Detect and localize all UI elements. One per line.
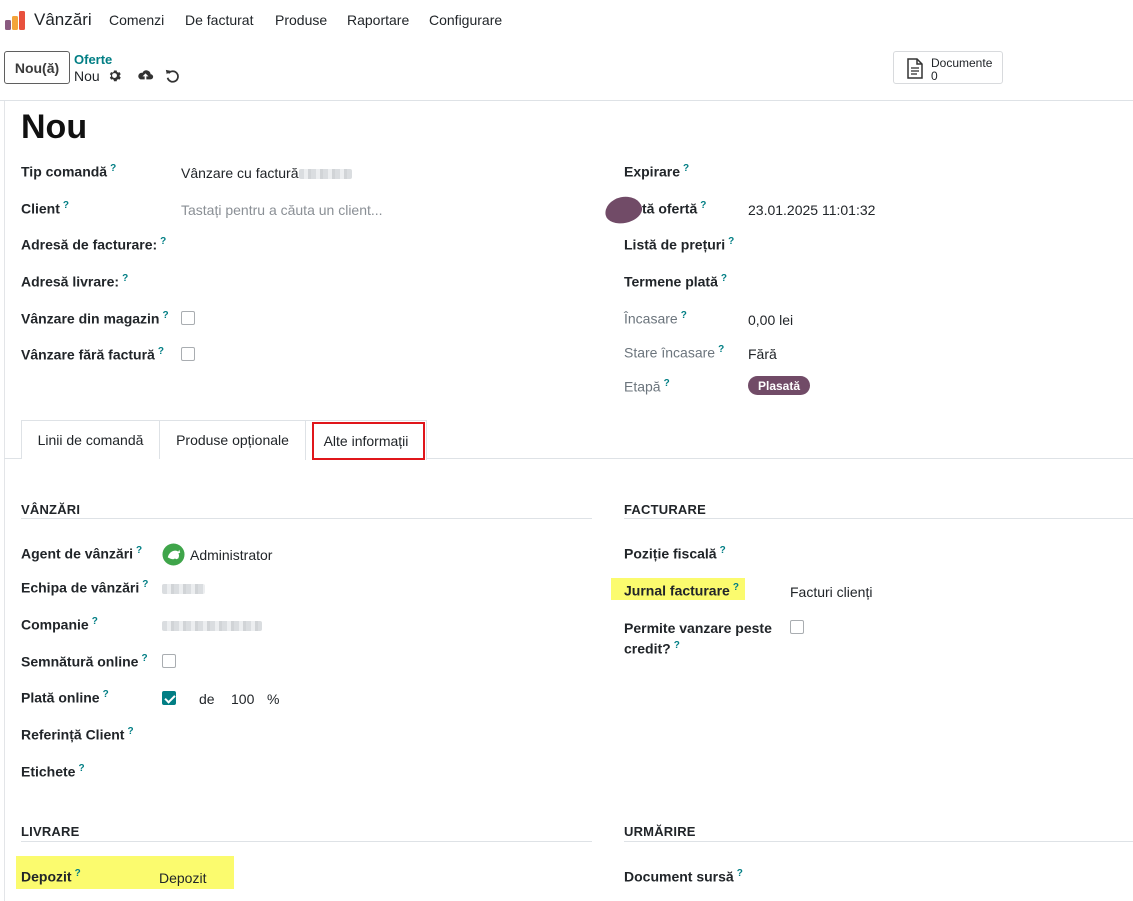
collection-label: Încasare? xyxy=(624,310,687,327)
expiration-label: Expirare? xyxy=(624,163,690,180)
section-invoicing-title: FACTURARE xyxy=(624,502,706,517)
online-payment-label: Plată online? xyxy=(21,689,109,706)
avatar xyxy=(162,543,185,566)
sales-app-icon[interactable] xyxy=(4,9,26,31)
delivery-address-label: Adresă livrare:? xyxy=(21,273,129,290)
store-sale-label: Vânzare din magazin? xyxy=(21,310,169,327)
no-invoice-sale-label: Vânzare fără factură? xyxy=(21,346,164,363)
online-signature-label: Semnătură online? xyxy=(21,653,148,670)
section-tracking-title: URMĂRIRE xyxy=(624,824,696,839)
section-divider xyxy=(624,518,1133,519)
offer-date-value[interactable]: 23.01.2025 11:01:32 xyxy=(748,202,875,218)
record-title: Nou xyxy=(21,108,88,146)
client-label: Client? xyxy=(21,200,69,217)
online-payment-of: de xyxy=(199,691,215,707)
online-signature-checkbox[interactable] xyxy=(162,654,176,668)
menu-orders[interactable]: Comenzi xyxy=(109,12,164,28)
no-invoice-sale-checkbox[interactable] xyxy=(181,347,195,361)
redacted-text xyxy=(162,621,262,631)
salesperson-label: Agent de vânzări? xyxy=(21,545,143,562)
tab-order-lines[interactable]: Linii de comandă xyxy=(21,420,160,459)
tab-optional-products[interactable]: Produse opționale xyxy=(159,420,306,459)
cloud-upload-icon[interactable] xyxy=(137,68,154,82)
menu-to-invoice[interactable]: De facturat xyxy=(185,12,253,28)
section-divider xyxy=(21,518,592,519)
menu-products[interactable]: Produse xyxy=(275,12,327,28)
collection-status-value: Fără xyxy=(748,346,777,362)
tags-label: Etichete? xyxy=(21,763,85,780)
warehouse-value[interactable]: Depozit xyxy=(159,870,206,886)
company-label: Companie? xyxy=(21,616,98,633)
offer-date-label: tă ofertă? xyxy=(642,200,707,217)
section-sales-title: VÂNZĂRI xyxy=(21,502,81,517)
top-navbar: Vânzări Comenzi De facturat Produse Rapo… xyxy=(0,0,1133,40)
client-input[interactable]: Tastați pentru a căuta un client... xyxy=(181,202,383,218)
section-delivery-title: LIVRARE xyxy=(21,824,80,839)
breadcrumb-quotations[interactable]: Oferte xyxy=(74,52,112,67)
order-type-value[interactable]: Vânzare cu factură xyxy=(181,165,299,181)
divider xyxy=(0,100,1133,101)
online-payment-percent-input[interactable]: 100 xyxy=(231,691,254,707)
document-icon xyxy=(907,58,923,79)
online-payment-checkbox[interactable] xyxy=(162,691,176,705)
payment-terms-label: Termene plată? xyxy=(624,273,727,290)
section-divider xyxy=(624,841,1133,842)
breadcrumb-current: Nou xyxy=(74,68,100,84)
documents-label: Documente xyxy=(931,56,993,70)
menu-reporting[interactable]: Raportare xyxy=(347,12,409,28)
collection-status-label: Stare încasare? xyxy=(624,344,725,361)
allow-credit-label: credit?? xyxy=(624,640,680,657)
customer-ref-label: Referință Client? xyxy=(21,726,134,743)
percent-sign: % xyxy=(267,691,280,707)
fiscal-position-label: Poziție fiscală? xyxy=(624,545,726,562)
stage-label: Etapă? xyxy=(624,378,670,395)
section-divider xyxy=(21,841,592,842)
documents-button[interactable]: Documente 0 xyxy=(893,51,1003,84)
collection-value: 0,00 lei xyxy=(748,312,794,328)
warehouse-label: Depozit? xyxy=(21,868,81,885)
redacted-text xyxy=(162,584,205,594)
invoice-address-label: Adresă de facturare:? xyxy=(21,236,167,253)
salesperson-value[interactable]: Administrator xyxy=(190,547,272,563)
documents-count: 0 xyxy=(931,69,938,83)
invoice-journal-value[interactable]: Facturi clienți xyxy=(790,584,872,600)
gear-icon[interactable] xyxy=(107,68,121,82)
tab-other-info-outline xyxy=(312,422,425,460)
cursor-blob xyxy=(602,193,645,227)
store-sale-checkbox[interactable] xyxy=(181,311,195,325)
allow-credit-checkbox[interactable] xyxy=(790,620,804,634)
new-button[interactable]: Nou(ă) xyxy=(4,51,70,84)
invoice-journal-label: Jurnal facturare? xyxy=(624,582,739,599)
order-type-label: Tip comandă? xyxy=(21,163,117,180)
menu-configuration[interactable]: Configurare xyxy=(429,12,502,28)
allow-credit-label-line1: Permite vanzare peste xyxy=(624,620,772,636)
pricelist-label: Listă de prețuri? xyxy=(624,236,735,253)
sheet-border xyxy=(4,101,5,901)
sales-team-label: Echipa de vânzări? xyxy=(21,579,149,596)
source-document-label: Document sursă? xyxy=(624,868,743,885)
discard-icon[interactable] xyxy=(164,68,179,83)
app-title[interactable]: Vânzări xyxy=(34,10,92,30)
stage-badge: Plasată xyxy=(748,376,811,395)
redacted-text xyxy=(299,169,352,179)
